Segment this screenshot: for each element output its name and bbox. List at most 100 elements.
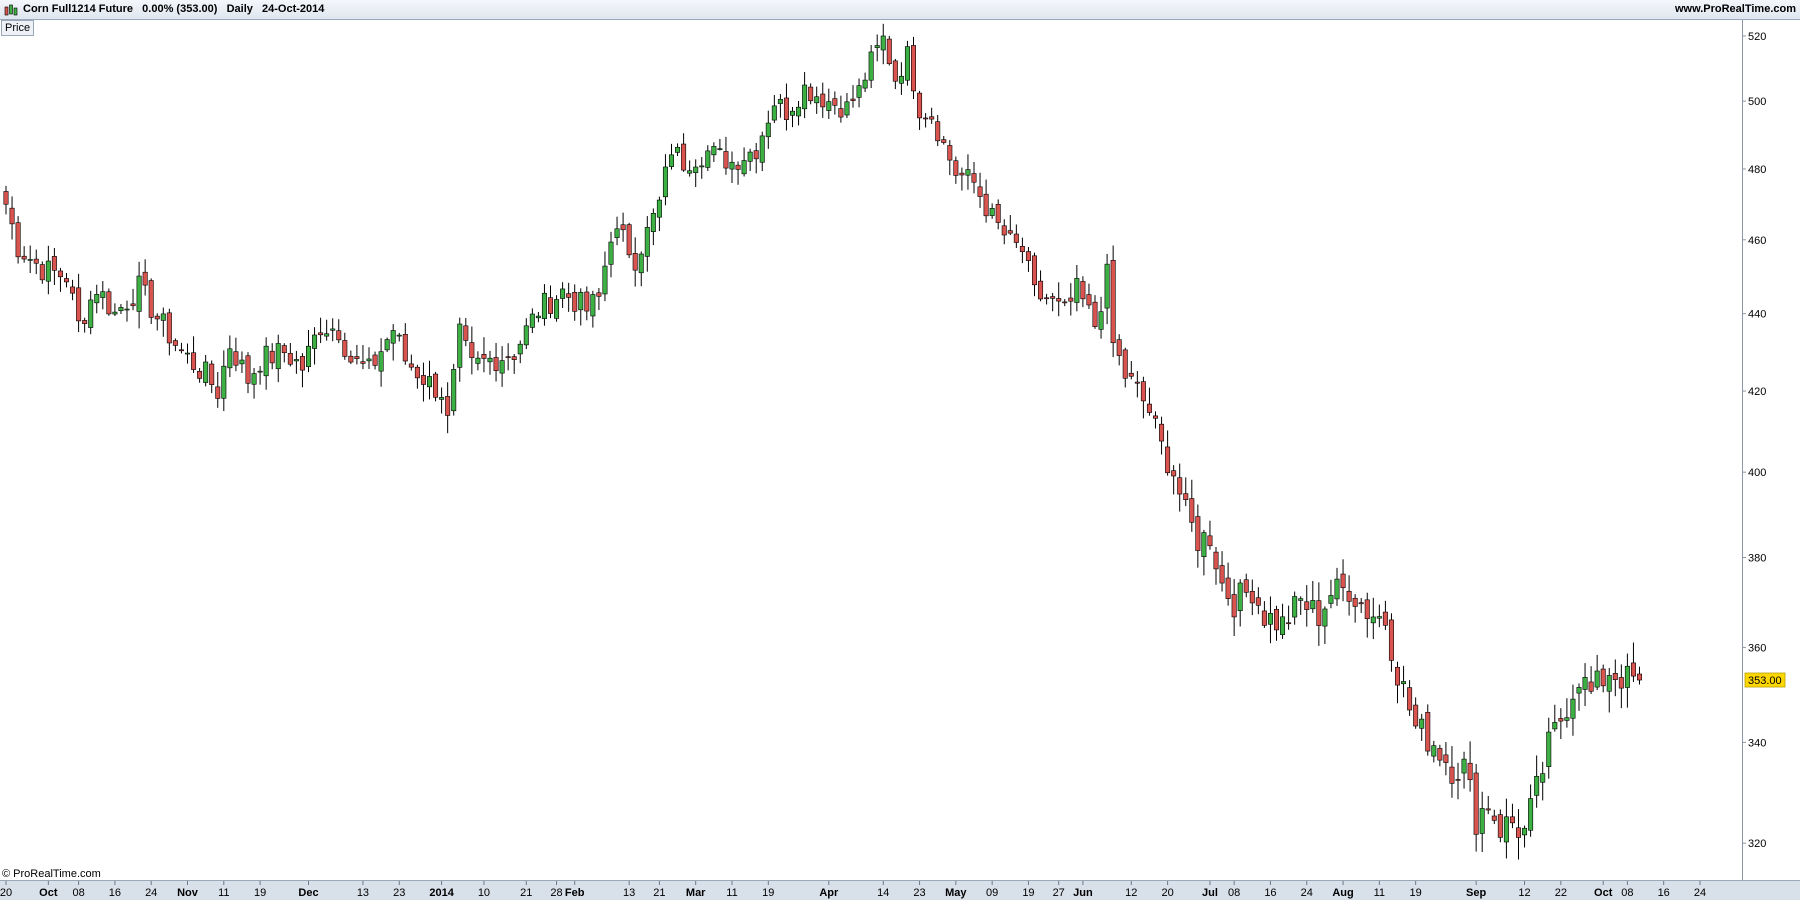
candle-up	[27, 259, 33, 261]
candle-down	[402, 334, 408, 362]
candle-down	[1558, 718, 1564, 722]
candle-up	[1540, 773, 1546, 783]
y-tick-label: 360	[1748, 642, 1766, 654]
y-tick-label: 460	[1748, 235, 1766, 247]
candle-up	[1237, 582, 1243, 612]
candle-down	[493, 357, 499, 372]
x-tick-label: Jul	[1202, 887, 1218, 899]
copyright-label: © ProRealTime.com	[2, 868, 101, 880]
candle-up	[662, 166, 668, 198]
candle-down	[287, 353, 293, 365]
candle-down	[850, 98, 856, 101]
candle-down	[620, 224, 626, 231]
candle-up	[1334, 578, 1340, 600]
candle-down	[1153, 415, 1159, 419]
candle-up	[1594, 670, 1600, 688]
x-tick-label: 10	[478, 887, 490, 899]
candle-up	[650, 212, 656, 233]
x-tick-label: 22	[1555, 887, 1567, 899]
candle-down	[148, 280, 154, 318]
candle-down	[1455, 779, 1461, 781]
candle-down	[566, 293, 572, 298]
candle-up	[88, 299, 94, 328]
x-tick-label: May	[945, 887, 967, 899]
candle-down	[1395, 666, 1401, 686]
candle-up	[312, 334, 318, 349]
candle-down	[445, 396, 451, 416]
candle-up	[1624, 665, 1630, 688]
candle-up	[305, 345, 311, 367]
candle-up	[608, 241, 614, 265]
x-tick-label: 28	[550, 887, 562, 899]
x-tick-label: 20	[1161, 887, 1173, 899]
candle-up	[1503, 816, 1509, 843]
candle-down	[408, 363, 414, 368]
candle-up	[1479, 808, 1485, 834]
candle-down	[191, 352, 197, 370]
candle-down	[1183, 493, 1189, 500]
candle-up	[439, 397, 445, 400]
candle-up	[1322, 608, 1328, 627]
candle-down	[1086, 294, 1092, 306]
candle-down	[1019, 246, 1025, 253]
candle-down	[57, 270, 63, 278]
candle-up	[693, 166, 699, 173]
x-tick-label: 16	[1658, 887, 1670, 899]
candle-up	[1280, 616, 1286, 635]
candle-up	[1104, 263, 1110, 309]
x-tick-label: 19	[1022, 887, 1034, 899]
candle-up	[802, 84, 808, 110]
candle-up	[1564, 717, 1570, 721]
x-tick-label: 19	[762, 887, 774, 899]
candle-down	[923, 117, 929, 120]
candle-up	[293, 359, 299, 362]
y-tick-label: 340	[1748, 737, 1766, 749]
candle-up	[638, 253, 644, 274]
candle-down	[838, 108, 844, 118]
candle-up	[844, 101, 850, 116]
candle-up	[124, 308, 130, 311]
candle-down	[929, 116, 935, 120]
candle-down	[281, 345, 287, 354]
candle-down	[1618, 677, 1624, 689]
x-tick-label: 12	[1125, 887, 1137, 899]
candle-down	[360, 361, 366, 364]
candle-up	[1370, 616, 1376, 624]
candle-down	[463, 325, 469, 341]
candle-down	[1612, 673, 1618, 680]
candle-down	[1134, 381, 1140, 384]
candle-up	[717, 148, 723, 150]
candle-up	[965, 169, 971, 176]
candlestick-chart[interactable]: 520 500 480 460 440 420 400 380 360 340 320 353.00	[0, 0, 1800, 900]
last-price-label: 353.00	[1748, 675, 1782, 687]
candle-down	[820, 93, 826, 108]
candle-down	[106, 291, 112, 315]
candle-down	[1407, 687, 1413, 711]
candle-down	[1025, 251, 1031, 261]
candle-up	[1528, 798, 1534, 831]
candle-up	[1546, 731, 1552, 767]
candle-up	[796, 106, 802, 117]
candle-down	[1080, 281, 1086, 300]
candle-down	[1364, 599, 1370, 620]
candle-up	[1461, 758, 1467, 774]
candle-up	[227, 348, 233, 369]
candle-down	[1213, 551, 1219, 570]
candle-down	[977, 186, 983, 197]
candle-down	[808, 86, 814, 102]
candle-up	[1576, 687, 1582, 694]
candle-up	[366, 358, 372, 362]
candle-up	[94, 294, 100, 304]
candle-down	[1207, 535, 1213, 547]
candle-down	[82, 320, 88, 324]
candle-down	[959, 172, 965, 176]
candle-up	[390, 330, 396, 344]
candle-down	[342, 340, 348, 357]
candle-down	[1038, 280, 1044, 300]
candle-up	[1098, 311, 1104, 330]
x-tick-label: Nov	[177, 887, 199, 899]
candle-down	[1467, 762, 1473, 781]
x-tick-label: Oct	[1594, 887, 1613, 899]
candle-down	[1225, 577, 1231, 599]
y-tick-label: 480	[1748, 164, 1766, 176]
